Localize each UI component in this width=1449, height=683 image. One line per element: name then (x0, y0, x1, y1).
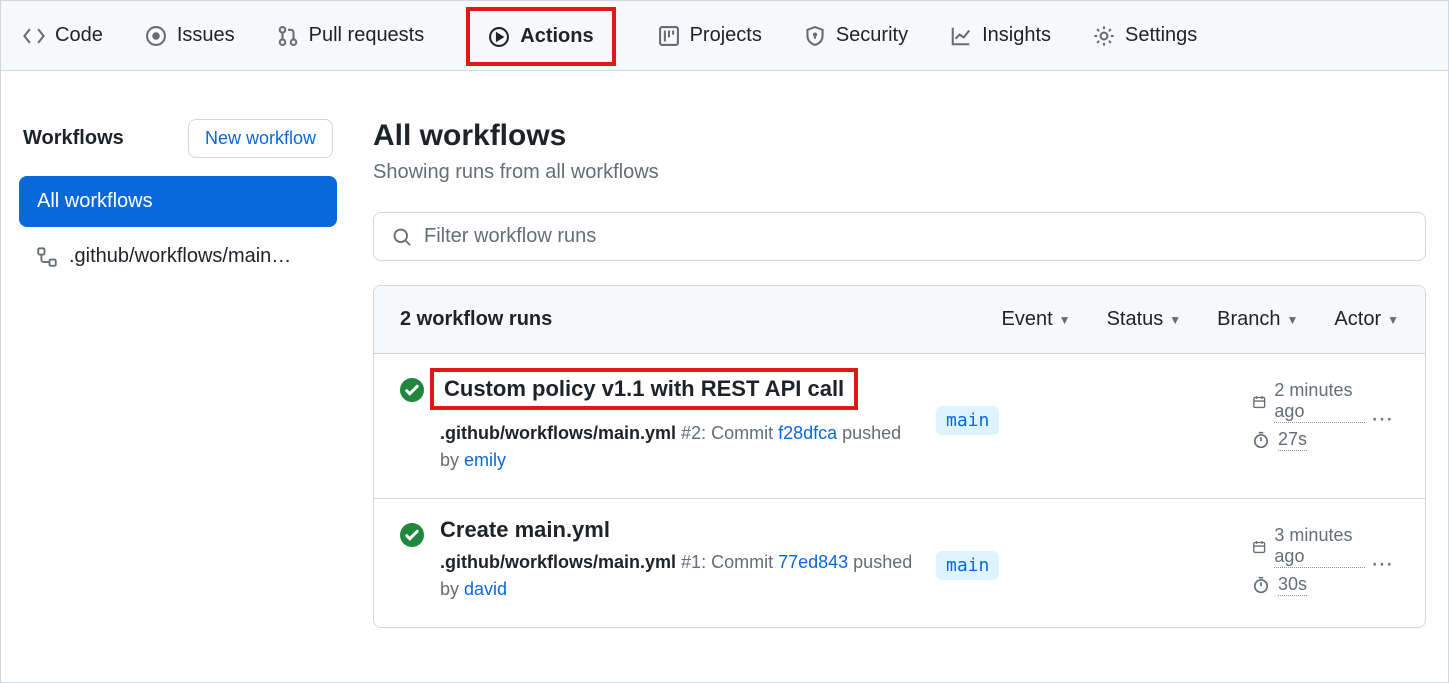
runs-count: 2 workflow runs (400, 308, 552, 331)
tab-pr-label: Pull requests (309, 24, 425, 47)
tab-pull-requests[interactable]: Pull requests (277, 20, 425, 51)
new-workflow-button[interactable]: New workflow (188, 119, 333, 158)
run-title[interactable]: Custom policy v1.1 with REST API call (430, 368, 858, 410)
sidebar-title: Workflows (23, 127, 124, 150)
run-subtitle: .github/workflows/main.yml #1: Commit 77… (440, 549, 920, 603)
sidebar-workflow-item[interactable]: .github/workflows/main… (19, 231, 337, 282)
tab-security[interactable]: Security (804, 20, 908, 51)
filter-actor[interactable]: Actor▼ (1334, 308, 1399, 331)
run-time: 2 minutes ago (1252, 380, 1365, 423)
page-subtitle: Showing runs from all workflows (373, 161, 1426, 184)
graph-icon (950, 25, 972, 47)
tab-actions[interactable]: Actions (466, 7, 615, 66)
sidebar-all-label: All workflows (37, 190, 153, 213)
run-row[interactable]: Custom policy v1.1 with REST API call .g… (374, 354, 1425, 499)
filter-status[interactable]: Status▼ (1107, 308, 1182, 331)
tab-settings[interactable]: Settings (1093, 20, 1197, 51)
search-icon (392, 227, 412, 247)
filter-placeholder: Filter workflow runs (424, 225, 596, 248)
pr-icon (277, 25, 299, 47)
shield-icon (804, 25, 826, 47)
gear-icon (1093, 25, 1115, 47)
calendar-icon (1252, 538, 1266, 556)
calendar-icon (1252, 393, 1266, 411)
workflows-sidebar: Workflows New workflow All workflows .gi… (19, 119, 337, 628)
tab-insights[interactable]: Insights (950, 20, 1051, 51)
page-title: All workflows (373, 119, 1426, 153)
tab-projects-label: Projects (690, 24, 762, 47)
actor-link[interactable]: emily (464, 450, 506, 470)
tab-code-label: Code (55, 24, 103, 47)
success-icon (400, 378, 424, 402)
filter-event[interactable]: Event▼ (1002, 308, 1071, 331)
run-title[interactable]: Create main.yml (440, 517, 610, 543)
filter-branch[interactable]: Branch▼ (1217, 308, 1298, 331)
run-subtitle: .github/workflows/main.yml #2: Commit f2… (440, 420, 920, 474)
run-duration: 30s (1252, 574, 1365, 596)
actor-link[interactable]: david (464, 579, 507, 599)
run-row[interactable]: Create main.yml .github/workflows/main.y… (374, 499, 1425, 627)
stopwatch-icon (1252, 576, 1270, 594)
stopwatch-icon (1252, 431, 1270, 449)
success-icon (400, 523, 424, 547)
run-time: 3 minutes ago (1252, 525, 1365, 568)
commit-link[interactable]: 77ed843 (778, 552, 848, 572)
run-menu-button[interactable]: ⋯ (1365, 545, 1399, 583)
branch-chip[interactable]: main (936, 551, 999, 580)
sidebar-workflow-label: .github/workflows/main… (69, 245, 291, 268)
tab-issues-label: Issues (177, 24, 235, 47)
tab-settings-label: Settings (1125, 24, 1197, 47)
run-duration: 27s (1252, 429, 1365, 451)
tab-projects[interactable]: Projects (658, 20, 762, 51)
workflow-icon (37, 247, 57, 267)
tab-security-label: Security (836, 24, 908, 47)
commit-link[interactable]: f28dfca (778, 423, 837, 443)
caret-icon: ▼ (1169, 313, 1181, 327)
branch-chip[interactable]: main (936, 406, 999, 435)
project-icon (658, 25, 680, 47)
caret-icon: ▼ (1059, 313, 1071, 327)
sidebar-all-workflows[interactable]: All workflows (19, 176, 337, 227)
tab-issues[interactable]: Issues (145, 20, 235, 51)
caret-icon: ▼ (1287, 313, 1299, 327)
caret-icon: ▼ (1387, 313, 1399, 327)
repo-tabnav: Code Issues Pull requests Actions Projec… (1, 1, 1448, 71)
code-icon (23, 25, 45, 47)
runs-list: 2 workflow runs Event▼ Status▼ Branch▼ A… (373, 285, 1426, 628)
run-menu-button[interactable]: ⋯ (1365, 400, 1399, 438)
filter-input[interactable]: Filter workflow runs (373, 212, 1426, 261)
tab-insights-label: Insights (982, 24, 1051, 47)
issue-icon (145, 25, 167, 47)
tab-actions-label: Actions (520, 25, 593, 48)
tab-code[interactable]: Code (23, 20, 103, 51)
play-icon (488, 26, 510, 48)
